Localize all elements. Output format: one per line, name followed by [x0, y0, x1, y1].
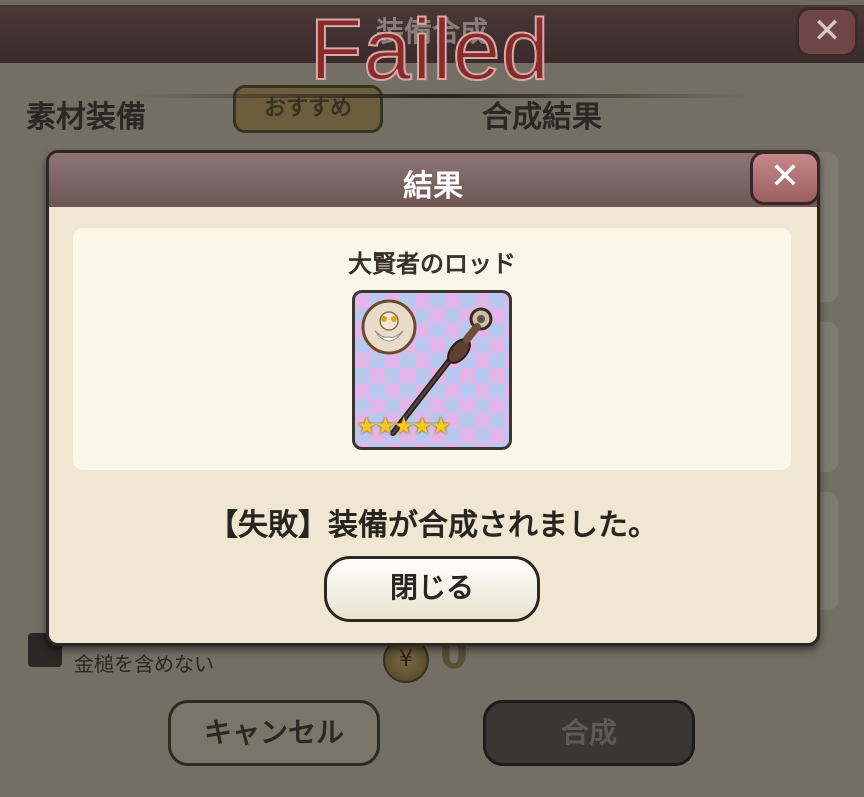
result-message: 【失敗】装備が合成されました。 — [208, 508, 658, 543]
cancel-button: キャンセル — [168, 700, 380, 766]
exclude-hammer-label: 金槌を含めない — [74, 652, 214, 676]
material-label: 素材装備 — [26, 100, 146, 135]
rarity-stars: ★★★★★ — [356, 412, 452, 440]
failed-banner: Failed — [309, 1, 551, 99]
modal-title: 結果 — [403, 169, 463, 204]
item-name: 大賢者のロッド — [348, 250, 516, 278]
synthesize-button: 合成 — [483, 700, 695, 766]
background-close-icon: ✕ — [796, 7, 858, 57]
close-button[interactable]: 閉じる — [324, 556, 540, 622]
modal-close-button[interactable]: ✕ — [750, 151, 820, 205]
